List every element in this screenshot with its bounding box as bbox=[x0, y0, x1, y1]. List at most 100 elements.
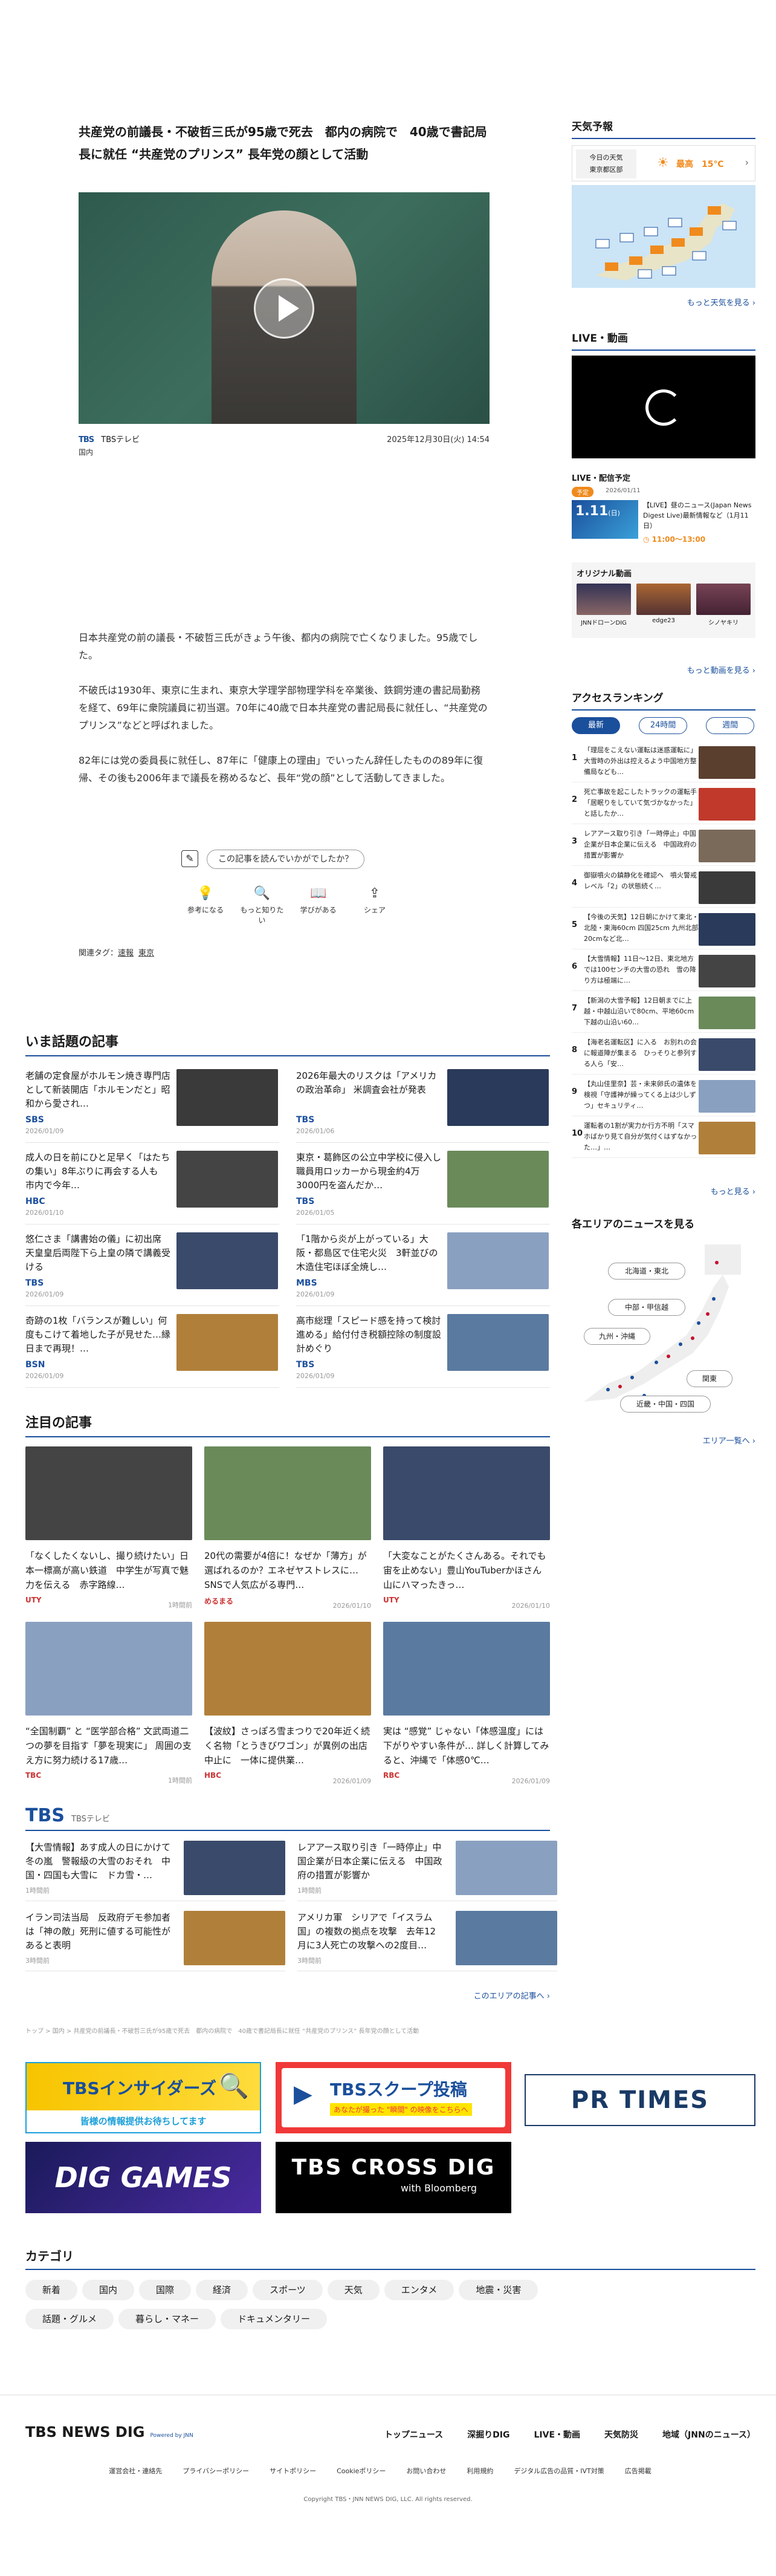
weather-summary[interactable]: 今日の天気 東京都区部 ☀ 最高 15℃ › bbox=[572, 145, 755, 181]
weather-map[interactable] bbox=[572, 185, 755, 288]
tbs-scoop-banner[interactable]: ▶ TBSスクープ投稿 あなたが撮った "瞬間" の映像をこちらへ bbox=[276, 2062, 511, 2133]
topic-item[interactable]: 悠仁さま「講書始の儀」に初出席 天皇皇后両陛下ら上皇の隣で講義受ける TBS 202… bbox=[25, 1228, 279, 1306]
topic-item[interactable]: 成人の日を前にひと足早く「はたちの集い」8年ぶりに再会する人も 市内で今年… HB… bbox=[25, 1146, 279, 1225]
footer-sub-link[interactable]: プライバシーポリシー bbox=[183, 2467, 249, 2475]
ranking-more-link[interactable]: もっと見る › bbox=[572, 1185, 755, 1197]
tag-link[interactable]: 速報 bbox=[118, 949, 134, 958]
prtimes-banner[interactable]: PR TIMES bbox=[525, 2074, 755, 2126]
topic-thumbnail bbox=[176, 1314, 278, 1371]
area-button-kyushu-okinawa[interactable]: 九州・沖縄 bbox=[584, 1328, 650, 1345]
tbs-more-link[interactable]: このエリアの記事へ › bbox=[423, 1989, 550, 2001]
crossdig-banner[interactable]: TBS CROSS DIG with Bloomberg bbox=[276, 2142, 511, 2213]
original-video-item[interactable]: シノヤキリ bbox=[696, 584, 751, 626]
tab-24h[interactable]: 24時間 bbox=[639, 717, 688, 734]
source-name[interactable]: TBSテレビ bbox=[101, 435, 140, 444]
reaction-learn-button[interactable]: 📖 学びがある bbox=[294, 886, 343, 922]
topic-item[interactable]: 奇跡の1枚「バランスが難しい」何度もこけて着地した子が見せた…縁日まで再現！… B… bbox=[25, 1309, 279, 1388]
category-pill[interactable]: 国際 bbox=[139, 2280, 192, 2300]
live-thumbnail: 1.11(日) bbox=[572, 500, 638, 539]
topic-item[interactable]: 2026年最大のリスクは「アメリカの政治革命」 米調査会社が発表 TBS 2026/… bbox=[296, 1064, 550, 1143]
footer-sub-link[interactable]: 利用規約 bbox=[467, 2467, 493, 2475]
original-video-item[interactable]: JNNドローンDIG bbox=[577, 584, 631, 626]
tbs-news-item[interactable]: レアアース取り引き「一時停止」中国企業が日本企業に伝える 中国政府の措置が影響か… bbox=[297, 1838, 557, 1901]
tab-weekly[interactable]: 週間 bbox=[706, 717, 755, 734]
area-header: 各エリアのニュースを見る bbox=[572, 1218, 695, 1231]
topic-item[interactable]: 「1階から炎が上がっている」大阪・都島区で住宅火災 3軒並びの木造住宅ほぼ全焼し… bbox=[296, 1228, 550, 1306]
ranking-item[interactable]: 8 【海老名運転区】に入る お別れの会に報道陣が集まる ひっそりと参列する人ら「安… bbox=[572, 1035, 755, 1075]
category-pill[interactable]: 天気 bbox=[327, 2280, 380, 2300]
ranking-item[interactable]: 7 【新潟の大雪予報】12日朝までに上越・中越山沿いで80cm、平地60cm 下越… bbox=[572, 993, 755, 1033]
ranking-item[interactable]: 5 【今後の天気】12日朝にかけて東北・北陸・東海60cm 四国25cm 九州北部… bbox=[572, 909, 755, 949]
dig-games-banner[interactable]: DIG GAMES bbox=[25, 2142, 261, 2213]
category-pill[interactable]: 地震・災害 bbox=[459, 2280, 538, 2300]
breadcrumb[interactable]: トップ > 国内 > 共産党の前議長・不破哲三氏が95歳で死去 都内の病院で 4… bbox=[25, 2026, 755, 2035]
area-more-link[interactable]: エリア一覧へ › bbox=[572, 1434, 755, 1446]
area-button-hokkaido-tohoku[interactable]: 北海道・東北 bbox=[608, 1263, 685, 1280]
video-player[interactable] bbox=[79, 192, 490, 424]
ranking-item[interactable]: 9 【丸山佳里奈】芸・未来卵氏の遺体を検視「守護神が繰ってくる上は少しずつ」セキュ… bbox=[572, 1076, 755, 1116]
footer-sub-link[interactable]: 運営会社・連絡先 bbox=[109, 2467, 162, 2475]
ranking-number: 9 bbox=[572, 1087, 578, 1096]
ranking-item[interactable]: 2 死亡事故を起こしたトラックの運転手「居眠りをしていて気づかなかった」と話したか… bbox=[572, 784, 755, 824]
video-more-link[interactable]: もっと動画を見る › bbox=[572, 664, 755, 675]
tbs-news-item[interactable]: 【大雪情報】あす成人の日にかけて冬の嵐 警報級の大雪のおそれ 中国・四国も大雪に… bbox=[25, 1838, 285, 1901]
topic-date: 2026/01/09 bbox=[296, 1372, 335, 1380]
weather-more-link[interactable]: もっと天気を見る › bbox=[572, 296, 755, 308]
tag-link[interactable]: 東京 bbox=[138, 949, 154, 958]
tab-latest[interactable]: 最新 bbox=[572, 717, 620, 734]
category-pill[interactable]: 経済 bbox=[196, 2280, 248, 2300]
category-pill[interactable]: 国内 bbox=[82, 2280, 135, 2300]
ranking-item[interactable]: 4 御嶽噴火の鎮静化を確認へ 噴火警戒レベル「2」の状態続く… bbox=[572, 868, 755, 908]
featured-item[interactable]: 「大変なことがたくさんある。それでも宙を止めない」豊山YouTuberかほさん … bbox=[383, 1446, 550, 1610]
book-icon: 📖 bbox=[309, 886, 327, 901]
reaction-more-button[interactable]: 🔍 もっと知りたい bbox=[238, 886, 286, 925]
reaction-helpful-button[interactable]: 💡 参考になる bbox=[181, 886, 230, 922]
tbs-insiders-banner[interactable]: TBSインサイダーズ 🔍 皆様の情報提供お待ちしてます bbox=[25, 2062, 261, 2133]
category-pill[interactable]: スポーツ bbox=[253, 2280, 323, 2300]
area-button-chubu[interactable]: 中部・甲信越 bbox=[608, 1299, 685, 1316]
category-pill[interactable]: ドキュメンタリー bbox=[221, 2309, 328, 2329]
featured-item[interactable]: 【波紋】さっぽろ雪まつりで20年近く続く名物「とうきびワゴン」が異例の出店中止に… bbox=[204, 1622, 371, 1785]
live-video-player[interactable] bbox=[572, 356, 755, 458]
featured-item[interactable]: 20代の需要が4倍に！なぜか「薄方」が選ばれるのか？エネゼヤストレスに…SNSで… bbox=[204, 1446, 371, 1610]
footer-sub-link[interactable]: 広告掲載 bbox=[625, 2467, 652, 2475]
tbs-news-thumbnail bbox=[456, 1841, 557, 1895]
topic-item[interactable]: 東京・葛飾区の公立中学校に侵入し職員用ロッカーから現金約4万3000円を盗んだか… bbox=[296, 1146, 550, 1225]
footer-sub-link[interactable]: お問い合わせ bbox=[406, 2467, 446, 2475]
category-pill[interactable]: エンタメ bbox=[384, 2280, 454, 2300]
article-category[interactable]: 国内 bbox=[79, 447, 490, 457]
featured-item[interactable]: 実は “感覚” じゃない「体感温度」には下がりやすい条件が… 詳しく計算してみる… bbox=[383, 1622, 550, 1785]
ranking-item[interactable]: 6 【大雪情報】11日～12日、東北地方では100センチの大雪の恐れ 雪の降り方は… bbox=[572, 951, 755, 991]
category-pill[interactable]: 暮らし・マネー bbox=[118, 2309, 216, 2329]
tbs-news-item[interactable]: イラン司法当局 反政府デモ参加者は「神の敵」死刑に値する可能性があると表明 3時間… bbox=[25, 1908, 285, 1971]
footer-sub-link[interactable]: サイトポリシー bbox=[270, 2467, 316, 2475]
ranking-item[interactable]: 10 運転者の1割が実力か行方不明「スマホばかり見て自分が気付くはずなかった…」… bbox=[572, 1118, 755, 1158]
footer-link[interactable]: トップニュース bbox=[384, 2430, 443, 2440]
topic-date: 2026/01/09 bbox=[25, 1127, 64, 1135]
footer-link[interactable]: 地域（JNNのニュース） bbox=[662, 2430, 755, 2440]
area-button-kanto[interactable]: 関東 bbox=[687, 1370, 732, 1387]
area-button-kinki-chugoku-shikoku[interactable]: 近畿・中国・四国 bbox=[620, 1396, 711, 1413]
category-pill[interactable]: 話題・グルメ bbox=[25, 2309, 114, 2329]
featured-item[interactable]: “全国制覇” と “医学部合格” 文武両道二つの夢を目指す「夢を現実に」 周囲の… bbox=[25, 1622, 192, 1785]
topic-item[interactable]: 高市総理「スピード感を持って検討進める」給付付き税額控除の制度設計めぐり TBS 2… bbox=[296, 1309, 550, 1388]
topic-item[interactable]: 老舗の定食屋がホルモン焼き専門店として新装開店「ホルモンだと」昭和から愛され… S… bbox=[25, 1064, 279, 1143]
category-pill[interactable]: 新着 bbox=[25, 2280, 78, 2300]
area-map: 北海道・東北 中部・甲信越 九州・沖縄 関東 近畿・中国・四国 bbox=[572, 1238, 755, 1426]
featured-item[interactable]: 「なくしたくないし、撮り続けたい」日本一標高が高い鉄道 中学生が写真で魅力を伝え… bbox=[25, 1446, 192, 1610]
ranking-item[interactable]: 1 「理屈をこえない運転は迷惑運転に」大雪時の外出は控えるよう中国地方整備局なども… bbox=[572, 743, 755, 782]
related-tags: 関連タグ：速報 東京 bbox=[79, 949, 155, 958]
footer-link[interactable]: 深掘りDIG bbox=[467, 2430, 509, 2440]
live-schedule-item[interactable]: 予定 2026/01/11 1.11(日) 【LIVE】昼のニュース(Japan… bbox=[572, 487, 755, 553]
footer-link[interactable]: 天気防災 bbox=[604, 2430, 638, 2440]
tbs-news-item[interactable]: アメリカ軍 シリアで「イスラム国」の複数の拠点を攻撃 去年12月に3人死亡の攻撃… bbox=[297, 1908, 557, 1971]
footer-sub-link[interactable]: Cookieポリシー bbox=[337, 2467, 386, 2475]
footer-logo[interactable]: TBS NEWS DIG Powered by JNN bbox=[25, 2424, 193, 2444]
ranking-item[interactable]: 3 レアアース取り引き「一時停止」中国企業が日本企業に伝える 中国政府の措置が影響… bbox=[572, 826, 755, 866]
play-icon[interactable] bbox=[254, 278, 314, 339]
footer-link[interactable]: LIVE・動画 bbox=[534, 2430, 581, 2440]
original-video-item[interactable]: edge23 bbox=[636, 584, 691, 626]
footer-sub-link[interactable]: デジタル広告の品質・IVT対策 bbox=[514, 2467, 604, 2475]
featured-title: 「大変なことがたくさんある。それでも宙を止めない」豊山YouTuberかほさん … bbox=[383, 1550, 550, 1590]
share-button[interactable]: ⇪ シェア bbox=[351, 886, 399, 922]
